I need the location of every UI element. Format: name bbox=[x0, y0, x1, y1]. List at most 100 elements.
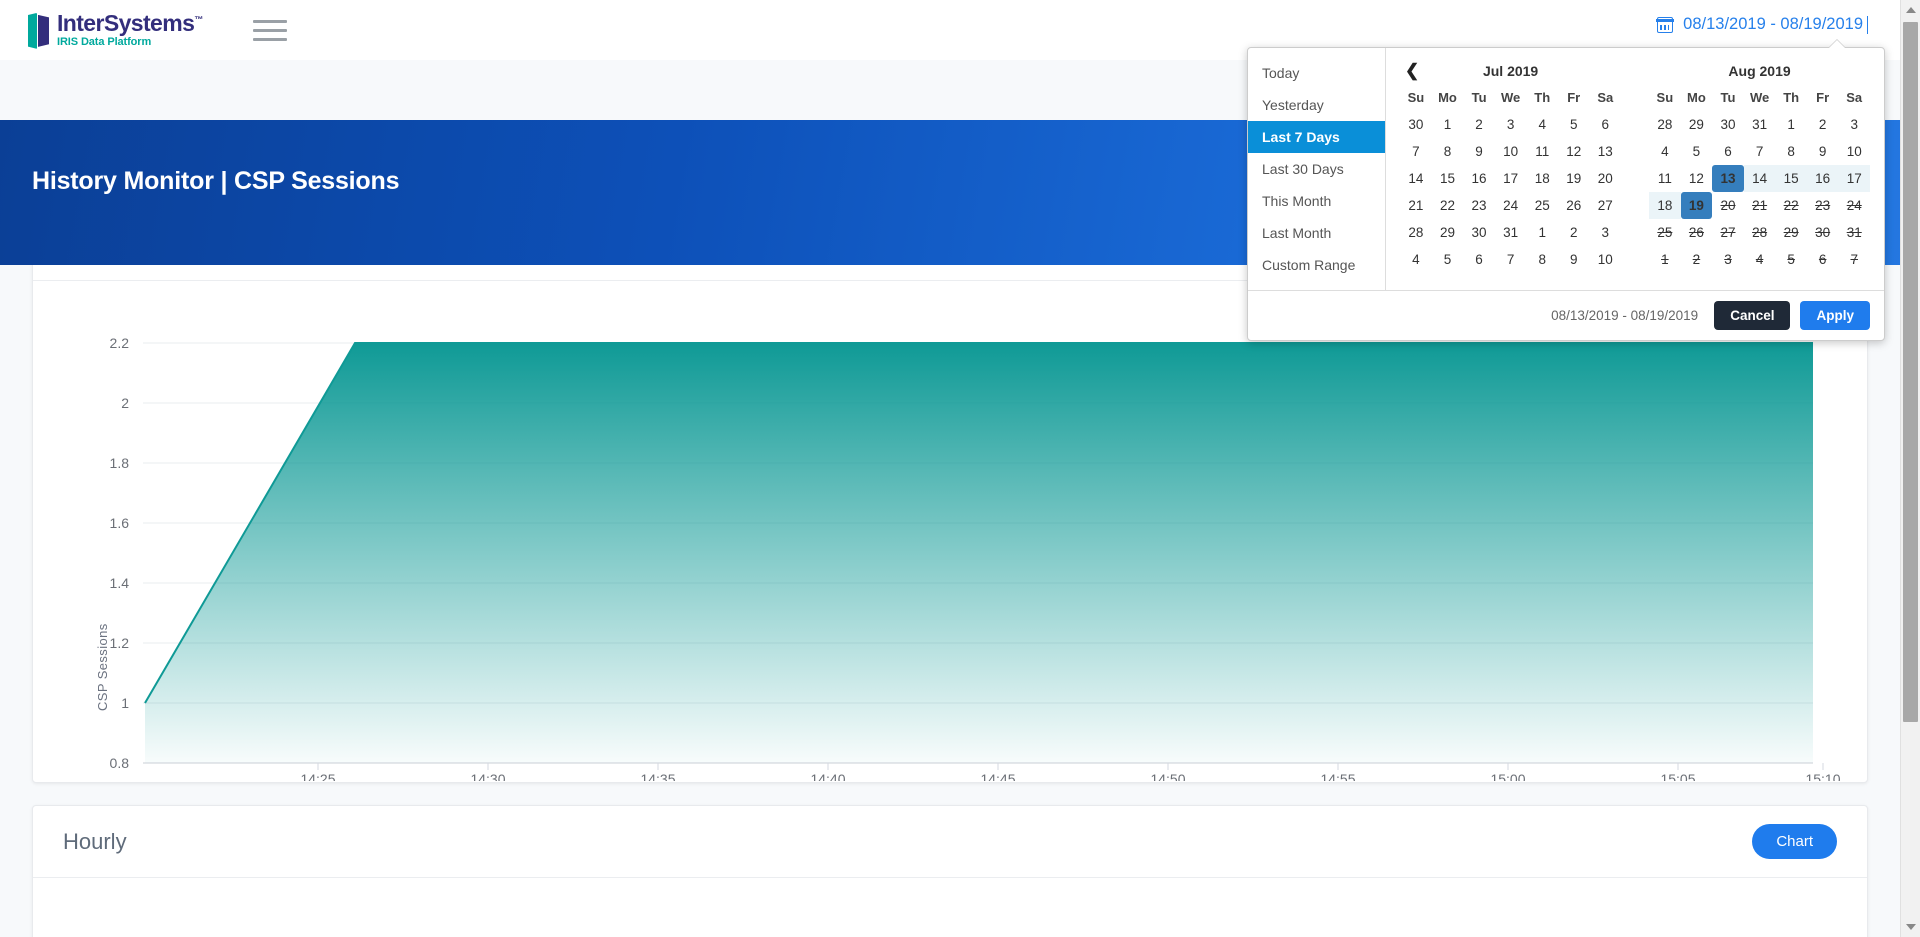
calendar-day-cell[interactable]: 6 bbox=[1589, 111, 1621, 138]
scrollbar-thumb[interactable] bbox=[1903, 22, 1918, 722]
calendar-day-cell[interactable]: 7 bbox=[1744, 138, 1776, 165]
calendar-day-cell[interactable]: 16 bbox=[1463, 165, 1495, 192]
calendar-day-cell[interactable]: 15 bbox=[1775, 165, 1807, 192]
calendar-day-cell[interactable]: 7 bbox=[1495, 246, 1527, 273]
calendar-day-cell[interactable]: 4 bbox=[1526, 111, 1558, 138]
calendar-day-cell[interactable]: 13 bbox=[1712, 165, 1744, 192]
calendar-day-cell[interactable]: 16 bbox=[1806, 165, 1839, 192]
calendar-day-cell[interactable]: 4 bbox=[1649, 138, 1681, 165]
chart-x-tickmarks bbox=[317, 763, 1824, 770]
calendar-day-cell[interactable]: 19 bbox=[1558, 165, 1590, 192]
calendar-day-cell[interactable]: 17 bbox=[1838, 165, 1871, 192]
calendar-day-cell[interactable]: 8 bbox=[1775, 138, 1807, 165]
calendar-day-cell[interactable]: 7 bbox=[1400, 138, 1432, 165]
range-last-7-days[interactable]: Last 7 Days bbox=[1248, 121, 1386, 153]
range-last-30-days[interactable]: Last 30 Days bbox=[1248, 153, 1385, 185]
hamburger-icon[interactable] bbox=[252, 17, 287, 43]
calendar-day-cell[interactable]: 1 bbox=[1526, 219, 1558, 246]
calendar-day-cell[interactable]: 2 bbox=[1807, 111, 1839, 138]
scroll-up-arrow-icon[interactable] bbox=[1901, 0, 1920, 20]
calendar-day-cell[interactable]: 28 bbox=[1400, 219, 1432, 246]
cancel-button[interactable]: Cancel bbox=[1714, 301, 1791, 330]
calendar-day-cell[interactable]: 30 bbox=[1463, 219, 1495, 246]
calendar-week-row: 1 2 3 4 5 6 7 bbox=[1649, 246, 1870, 273]
calendar-day-cell[interactable]: 11 bbox=[1526, 138, 1558, 165]
weekday-we: We bbox=[1749, 90, 1770, 105]
range-yesterday[interactable]: Yesterday bbox=[1248, 89, 1385, 121]
vertical-scrollbar[interactable] bbox=[1900, 0, 1920, 937]
calendar-day-cell[interactable]: 11 bbox=[1649, 165, 1681, 192]
chart-toggle-button[interactable]: Chart bbox=[1752, 824, 1837, 859]
calendar-day-cell[interactable]: 2 bbox=[1463, 111, 1495, 138]
calendar-day-cell[interactable]: 23 bbox=[1463, 192, 1495, 219]
weekday-fr: Fr bbox=[1816, 90, 1830, 105]
calendar-day-cell[interactable]: 22 bbox=[1432, 192, 1464, 219]
calendar-day-cell[interactable]: 28 bbox=[1649, 111, 1681, 138]
calendar-day-cell: 1 bbox=[1661, 252, 1669, 267]
calendar-day-cell[interactable]: 3 bbox=[1589, 219, 1621, 246]
calendar-day-cell[interactable]: 2 bbox=[1558, 219, 1590, 246]
calendar-day-cell[interactable]: 30 bbox=[1712, 111, 1744, 138]
calendar-day-cell[interactable]: 8 bbox=[1526, 246, 1558, 273]
range-today[interactable]: Today bbox=[1248, 57, 1385, 89]
calendar-day-cell[interactable]: 19 bbox=[1680, 192, 1713, 219]
calendar-day-cell[interactable]: 1 bbox=[1775, 111, 1807, 138]
calendar-day-cell[interactable]: 13 bbox=[1589, 138, 1621, 165]
calendar-day-cell[interactable]: 5 bbox=[1681, 138, 1713, 165]
calendar-day-cell[interactable]: 17 bbox=[1495, 165, 1527, 192]
calendar-day-cell: 25 bbox=[1657, 225, 1673, 240]
date-range-input[interactable]: 08/13/2019 - 08/19/2019 bbox=[1656, 15, 1868, 34]
calendar-day-cell[interactable]: 5 bbox=[1432, 246, 1464, 273]
calendar-day-cell[interactable]: 29 bbox=[1432, 219, 1464, 246]
calendar-day-cell[interactable]: 20 bbox=[1589, 165, 1621, 192]
range-this-month[interactable]: This Month bbox=[1248, 185, 1385, 217]
svg-text:1: 1 bbox=[121, 695, 129, 711]
calendar-day-cell[interactable]: 26 bbox=[1558, 192, 1590, 219]
trademark-symbol: ™ bbox=[194, 14, 203, 25]
calendar-day-cell[interactable]: 18 bbox=[1526, 165, 1558, 192]
calendar-day-cell[interactable]: 24 bbox=[1495, 192, 1527, 219]
weekday-sa: Sa bbox=[1597, 90, 1614, 105]
calendar-day-cell[interactable]: 14 bbox=[1743, 165, 1776, 192]
calendar-day-cell[interactable]: 25 bbox=[1526, 192, 1558, 219]
calendar-day-cell[interactable]: 27 bbox=[1589, 192, 1621, 219]
calendar-day-cell[interactable]: 8 bbox=[1432, 138, 1464, 165]
calendar-day-cell[interactable]: 6 bbox=[1463, 246, 1495, 273]
calendar-day-cell[interactable]: 29 bbox=[1681, 111, 1713, 138]
calendar-day-cell[interactable]: 9 bbox=[1463, 138, 1495, 165]
range-custom[interactable]: Custom Range bbox=[1248, 249, 1385, 281]
calendar-day-cell[interactable]: 10 bbox=[1589, 246, 1621, 273]
calendar-day-cell[interactable]: 9 bbox=[1807, 138, 1839, 165]
calendar-day-cell[interactable]: 21 bbox=[1400, 192, 1432, 219]
app-root: History Monitor | CSP Sessions 98284a028… bbox=[0, 0, 1920, 937]
weekday-th: Th bbox=[1534, 90, 1551, 105]
scroll-down-arrow-icon[interactable] bbox=[1901, 917, 1920, 937]
calendar-day-cell[interactable]: 30 bbox=[1400, 111, 1432, 138]
calendar-day-cell[interactable]: 31 bbox=[1744, 111, 1776, 138]
calendar-day-cell[interactable]: 14 bbox=[1400, 165, 1432, 192]
calendar-day-cell[interactable]: 12 bbox=[1558, 138, 1590, 165]
calendar-day-cell[interactable]: 31 bbox=[1495, 219, 1527, 246]
chart-y-ticks: 2.2 2 1.8 1.6 1.4 1.2 1 0.8 bbox=[110, 335, 130, 771]
svg-text:15:05: 15:05 bbox=[1660, 771, 1695, 781]
calendar-day-cell[interactable]: 3 bbox=[1838, 111, 1870, 138]
calendar-day-cell[interactable]: 9 bbox=[1558, 246, 1590, 273]
calendar-day-cell[interactable]: 5 bbox=[1558, 111, 1590, 138]
calendar-day-cell[interactable]: 12 bbox=[1681, 165, 1713, 192]
chevron-left-icon[interactable]: ❮ bbox=[1402, 61, 1422, 81]
range-last-month[interactable]: Last Month bbox=[1248, 217, 1385, 249]
calendar-day-cell[interactable]: 18 bbox=[1649, 192, 1681, 219]
calendar-day-cell[interactable]: 4 bbox=[1400, 246, 1432, 273]
calendar-day-cell[interactable]: 6 bbox=[1712, 138, 1744, 165]
calendar-day-cell: 24 bbox=[1846, 198, 1862, 213]
calendar-day-cell[interactable]: 10 bbox=[1838, 138, 1870, 165]
calendar-day-cell[interactable]: 15 bbox=[1432, 165, 1464, 192]
calendar-day-cell[interactable]: 1 bbox=[1432, 111, 1464, 138]
calendar-day-cell[interactable]: 3 bbox=[1495, 111, 1527, 138]
calendar-week-row: 21 22 23 24 25 26 27 bbox=[1400, 192, 1621, 219]
calendar-day-cell[interactable]: 10 bbox=[1495, 138, 1527, 165]
svg-text:14:35: 14:35 bbox=[640, 771, 675, 781]
apply-button[interactable]: Apply bbox=[1800, 301, 1870, 330]
weekday-mo: Mo bbox=[1438, 90, 1457, 105]
svg-text:1.2: 1.2 bbox=[110, 635, 130, 651]
